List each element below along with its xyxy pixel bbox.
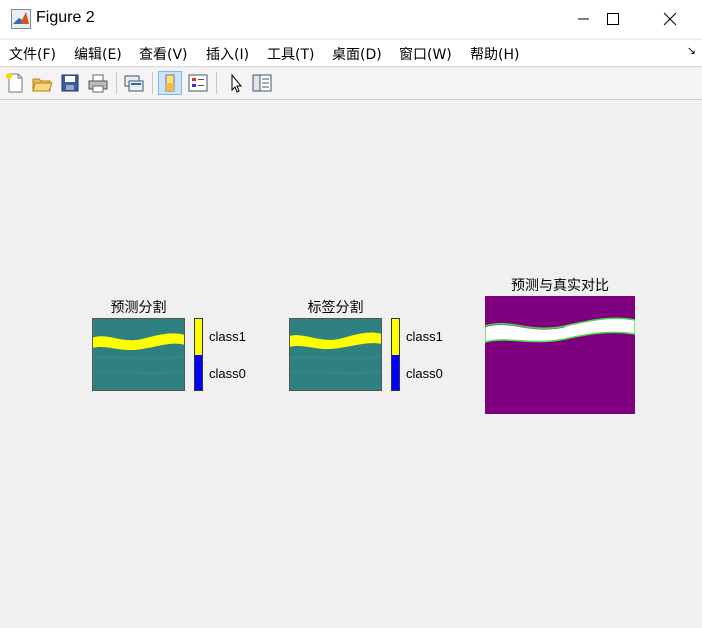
label-segmentation-image[interactable] (289, 318, 382, 391)
colorbar-class1-swatch (392, 319, 399, 355)
maximize-icon (607, 13, 619, 25)
open-file-icon[interactable] (30, 71, 54, 95)
dock-arrow-icon[interactable]: ↘ (687, 44, 696, 57)
pointer-icon[interactable] (224, 71, 248, 95)
texture-layer (289, 369, 382, 375)
close-icon (663, 12, 677, 26)
print-icon[interactable] (86, 71, 110, 95)
colorbar-icon[interactable] (158, 71, 182, 95)
colorbar-class1-swatch (195, 319, 202, 355)
colorbar-class0-label: class0 (406, 366, 443, 381)
compare-axes-title: 预测与真实对比 (511, 278, 609, 294)
new-figure-icon[interactable] (3, 71, 27, 95)
colorbar-class0-swatch (195, 354, 202, 390)
property-inspector-icon[interactable] (250, 71, 274, 95)
menu-window[interactable]: 窗口(W) (399, 44, 452, 64)
compare-background (485, 296, 635, 414)
pred-colorbar[interactable] (194, 318, 203, 391)
menu-bar: 文件(F) 编辑(E) 查看(V) 插入(I) 工具(T) 桌面(D) 窗口(W… (0, 40, 702, 67)
legend-icon[interactable] (186, 71, 210, 95)
colorbar-class0-swatch (392, 354, 399, 390)
menu-desktop[interactable]: 桌面(D) (332, 44, 382, 64)
colorbar-class1-label: class1 (406, 329, 443, 344)
colorbar-class1-label: class1 (209, 329, 246, 344)
image-background (92, 318, 185, 391)
label-colorbar[interactable] (391, 318, 400, 391)
colorbar-class0-label: class0 (209, 366, 246, 381)
window-title: Figure 2 (36, 9, 95, 26)
matlab-logo-icon (11, 9, 31, 29)
save-icon[interactable] (58, 71, 82, 95)
link-plot-icon[interactable] (122, 71, 146, 95)
texture-layer (92, 369, 185, 375)
maximize-button[interactable] (586, 0, 642, 38)
toolbar-separator (216, 72, 217, 94)
window-titlebar: Figure 2 (0, 0, 702, 38)
pred-axes-title: 预测分割 (110, 300, 167, 316)
menu-file[interactable]: 文件(F) (9, 44, 56, 64)
menu-insert[interactable]: 插入(I) (206, 44, 249, 64)
menu-view[interactable]: 查看(V) (139, 44, 188, 64)
pred-segmentation-image[interactable] (92, 318, 185, 391)
toolbar-separator (152, 72, 153, 94)
menu-tools[interactable]: 工具(T) (267, 44, 314, 64)
menu-help[interactable]: 帮助(H) (470, 44, 519, 64)
figure-toolbar (0, 68, 702, 100)
image-background (289, 318, 382, 391)
toolbar-separator (116, 72, 117, 94)
menu-edit[interactable]: 编辑(E) (74, 44, 122, 64)
label-axes-title: 标签分割 (307, 300, 364, 316)
compare-image[interactable] (485, 296, 635, 414)
close-button[interactable] (642, 0, 698, 38)
